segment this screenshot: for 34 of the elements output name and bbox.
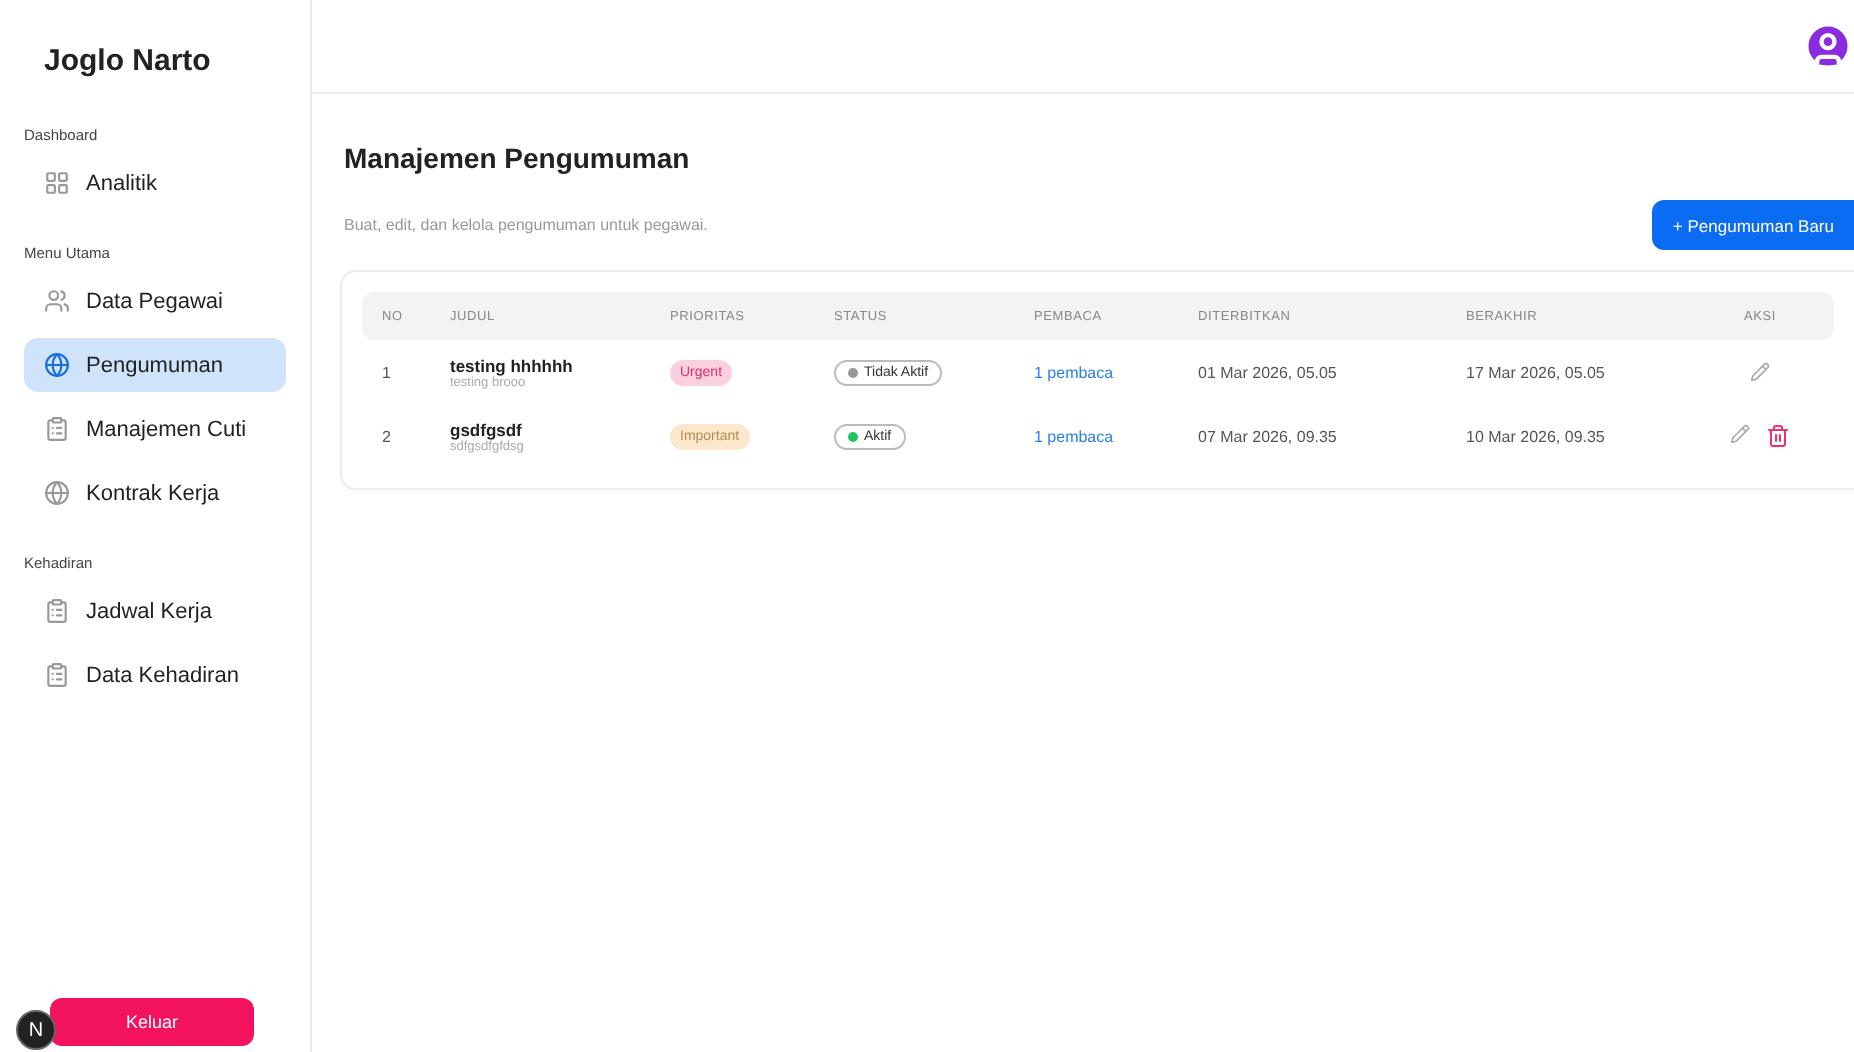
sidebar-item[interactable]: Kontrak Kerja xyxy=(24,466,286,520)
edit-icon[interactable] xyxy=(1730,424,1750,448)
clipboard-icon xyxy=(44,416,70,442)
trash-icon[interactable] xyxy=(1766,424,1790,448)
sidebar-item[interactable]: Data Kehadiran xyxy=(24,648,286,702)
globe-icon xyxy=(44,480,70,506)
brand-name: Joglo Narto xyxy=(44,44,213,78)
clipboard-icon xyxy=(44,662,70,688)
clipboard-icon xyxy=(44,598,70,624)
logout-button[interactable]: Keluar xyxy=(50,998,254,1046)
page-subtitle: Buat, edit, dan kelola pengumuman untuk pegawai. xyxy=(344,216,708,234)
sidebar-item[interactable]: Data Pegawai xyxy=(24,274,286,328)
sidebar-item[interactable]: Jadwal Kerja xyxy=(24,584,286,638)
table-cell-text: 10 Mar 2026, 09.35 xyxy=(1464,427,1607,445)
people-icon xyxy=(44,288,70,314)
table-cell-text: 17 Mar 2026, 05.05 xyxy=(1464,363,1607,381)
announcement-title: testing hhhhhh xyxy=(450,355,575,375)
sidebar-item[interactable]: Manajemen Cuti xyxy=(24,402,286,456)
announcement-title: gsdfgsdf xyxy=(450,419,524,439)
sidebar-item[interactable]: Pengumuman xyxy=(24,338,286,392)
table-cell-text: 01 Mar 2026, 05.05 xyxy=(1196,363,1339,381)
sidebar-item[interactable]: Analitik xyxy=(24,156,286,210)
edit-icon[interactable] xyxy=(1750,362,1770,382)
page-title: Manajemen Pengumuman xyxy=(344,142,692,174)
readers-link[interactable]: 1 pembaca xyxy=(1014,363,1178,381)
grid-icon xyxy=(44,170,70,196)
dev-badge[interactable]: N xyxy=(16,1010,56,1050)
user-avatar-icon[interactable] xyxy=(1802,20,1854,72)
table-cell-text: 1 xyxy=(380,363,393,381)
globe-icon xyxy=(44,352,70,378)
table-cell-text: 07 Mar 2026, 09.35 xyxy=(1196,427,1339,445)
new-announcement-button[interactable]: + Pengumuman Baru xyxy=(1652,200,1854,250)
readers-link[interactable]: 1 pembaca xyxy=(1014,427,1178,445)
table-cell-text: 2 xyxy=(380,427,393,445)
